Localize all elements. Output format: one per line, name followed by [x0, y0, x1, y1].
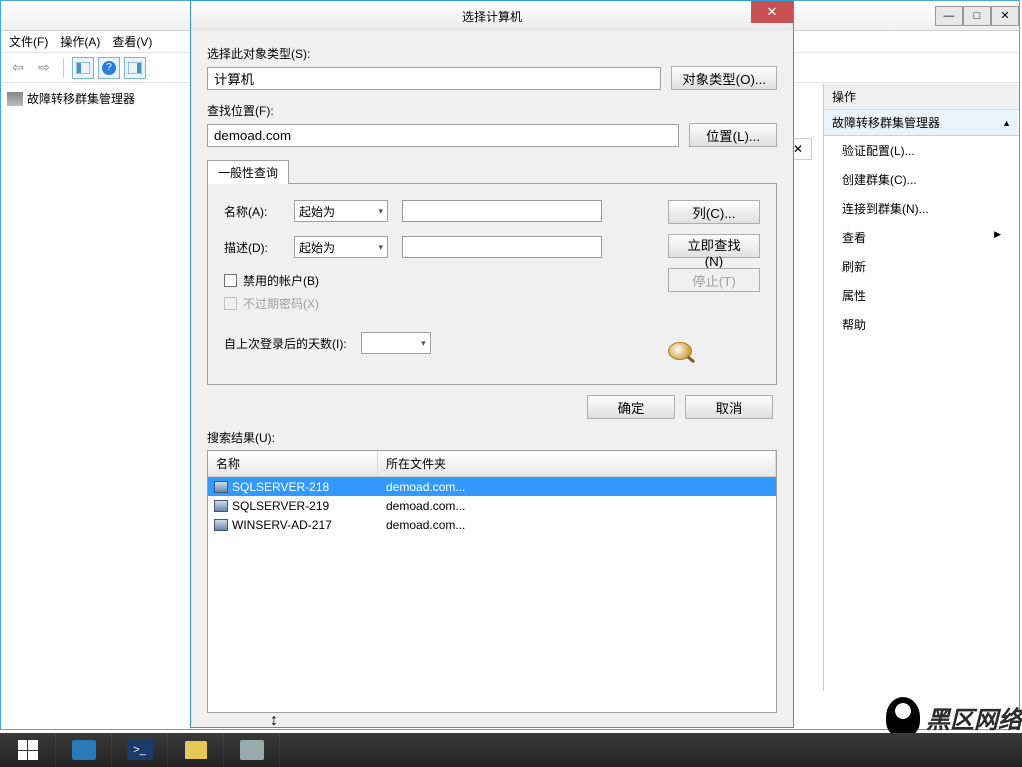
stop-button: 停止(T)	[668, 268, 760, 292]
actions-subheader-label: 故障转移群集管理器	[832, 114, 940, 131]
col-name-header[interactable]: 名称	[208, 451, 378, 476]
query-panel: 名称(A): 起始为 ▾ 描述(D): 起始为 ▾	[207, 183, 777, 385]
show-hide-tree-button[interactable]	[72, 57, 94, 79]
actions-item[interactable]: 连接到群集(N)...▶	[824, 194, 1019, 223]
computer-icon	[214, 519, 228, 531]
actions-header: 操作	[824, 84, 1019, 110]
help-button[interactable]: ?	[98, 57, 120, 79]
actions-item[interactable]: 验证配置(L)...▶	[824, 136, 1019, 165]
tree-root-label: 故障转移群集管理器	[27, 90, 135, 107]
chevron-down-icon: ▾	[378, 242, 383, 253]
tree-root-item[interactable]: 故障转移群集管理器	[1, 88, 190, 109]
chevron-down-icon: ▾	[378, 206, 383, 217]
show-hide-action-pane-button[interactable]	[124, 57, 146, 79]
checkbox-icon	[224, 297, 237, 310]
columns-button[interactable]: 列(C)...	[668, 200, 760, 224]
location-field	[207, 124, 679, 147]
name-label: 名称(A):	[224, 203, 280, 220]
object-types-button[interactable]: 对象类型(O)...	[671, 66, 777, 90]
computer-icon	[214, 481, 228, 493]
actions-pane: 操作 故障转移群集管理器 ▲ 验证配置(L)...▶创建群集(C)...▶连接到…	[823, 84, 1019, 691]
dialog-close-button[interactable]: ✕	[751, 1, 793, 23]
dialog-title: 选择计算机	[462, 8, 522, 25]
locations-button[interactable]: 位置(L)...	[689, 123, 777, 147]
powershell-icon[interactable]: >_	[112, 733, 168, 767]
taskbar: >_	[0, 733, 1022, 767]
days-since-logon-select[interactable]: ▾	[361, 332, 431, 354]
menu-file[interactable]: 文件(F)	[9, 33, 48, 50]
non-expiring-password-checkbox: 不过期密码(X)	[224, 295, 652, 312]
results-label: 搜索结果(U):	[207, 429, 777, 446]
disabled-accounts-checkbox[interactable]: 禁用的帐户(B)	[224, 272, 652, 289]
description-label: 描述(D):	[224, 239, 280, 256]
computer-icon	[214, 500, 228, 512]
menu-action[interactable]: 操作(A)	[60, 33, 100, 50]
close-button[interactable]: ✕	[991, 6, 1019, 26]
maximize-button[interactable]: □	[963, 6, 991, 26]
object-type-label: 选择此对象类型(S):	[207, 45, 777, 62]
cancel-button[interactable]: 取消	[685, 395, 773, 419]
nav-back-button[interactable]: ⇦	[7, 57, 29, 79]
table-row[interactable]: SQLSERVER-218demoad.com...	[208, 477, 776, 496]
server-manager-icon[interactable]	[56, 733, 112, 767]
object-type-field	[207, 67, 661, 90]
actions-item[interactable]: 查看▶	[824, 223, 1019, 252]
table-row[interactable]: SQLSERVER-219demoad.com...	[208, 496, 776, 515]
menu-view[interactable]: 查看(V)	[112, 33, 152, 50]
desc-match-select[interactable]: 起始为 ▾	[294, 236, 388, 258]
file-explorer-icon[interactable]	[168, 733, 224, 767]
start-button[interactable]	[0, 733, 56, 767]
dialog-titlebar: 选择计算机 ✕	[191, 1, 793, 31]
ok-button[interactable]: 确定	[587, 395, 675, 419]
find-now-button[interactable]: 立即查找(N)	[668, 234, 760, 258]
cluster-icon	[7, 92, 23, 106]
chevron-right-icon: ▶	[994, 229, 1001, 246]
nav-forward-button[interactable]: ⇨	[33, 57, 55, 79]
name-input[interactable]	[402, 200, 602, 222]
actions-subheader[interactable]: 故障转移群集管理器 ▲	[824, 110, 1019, 136]
actions-item[interactable]: 刷新▶	[824, 252, 1019, 281]
select-computer-dialog: 选择计算机 ✕ 选择此对象类型(S): 对象类型(O)... 查找位置(F): …	[190, 0, 794, 728]
table-row[interactable]: WINSERV-AD-217demoad.com...	[208, 515, 776, 534]
chevron-down-icon: ▾	[421, 338, 426, 349]
results-table: 名称 所在文件夹 SQLSERVER-218demoad.com...SQLSE…	[207, 450, 777, 713]
cluster-manager-taskbar-icon[interactable]	[224, 733, 280, 767]
collapse-icon: ▲	[1002, 118, 1011, 128]
actions-item[interactable]: 属性▶	[824, 281, 1019, 310]
tab-common-queries[interactable]: 一般性查询	[207, 160, 289, 184]
col-folder-header[interactable]: 所在文件夹	[378, 451, 776, 476]
actions-item[interactable]: 创建群集(C)...▶	[824, 165, 1019, 194]
days-since-logon-label: 自上次登录后的天数(I):	[224, 335, 347, 352]
tree-pane: 故障转移群集管理器	[1, 84, 191, 729]
minimize-button[interactable]: —	[935, 6, 963, 26]
description-input[interactable]	[402, 236, 602, 258]
name-match-select[interactable]: 起始为 ▾	[294, 200, 388, 222]
search-icon	[668, 342, 704, 366]
table-header: 名称 所在文件夹	[208, 451, 776, 477]
location-label: 查找位置(F):	[207, 102, 777, 119]
actions-item[interactable]: 帮助▶	[824, 310, 1019, 339]
checkbox-icon	[224, 274, 237, 287]
